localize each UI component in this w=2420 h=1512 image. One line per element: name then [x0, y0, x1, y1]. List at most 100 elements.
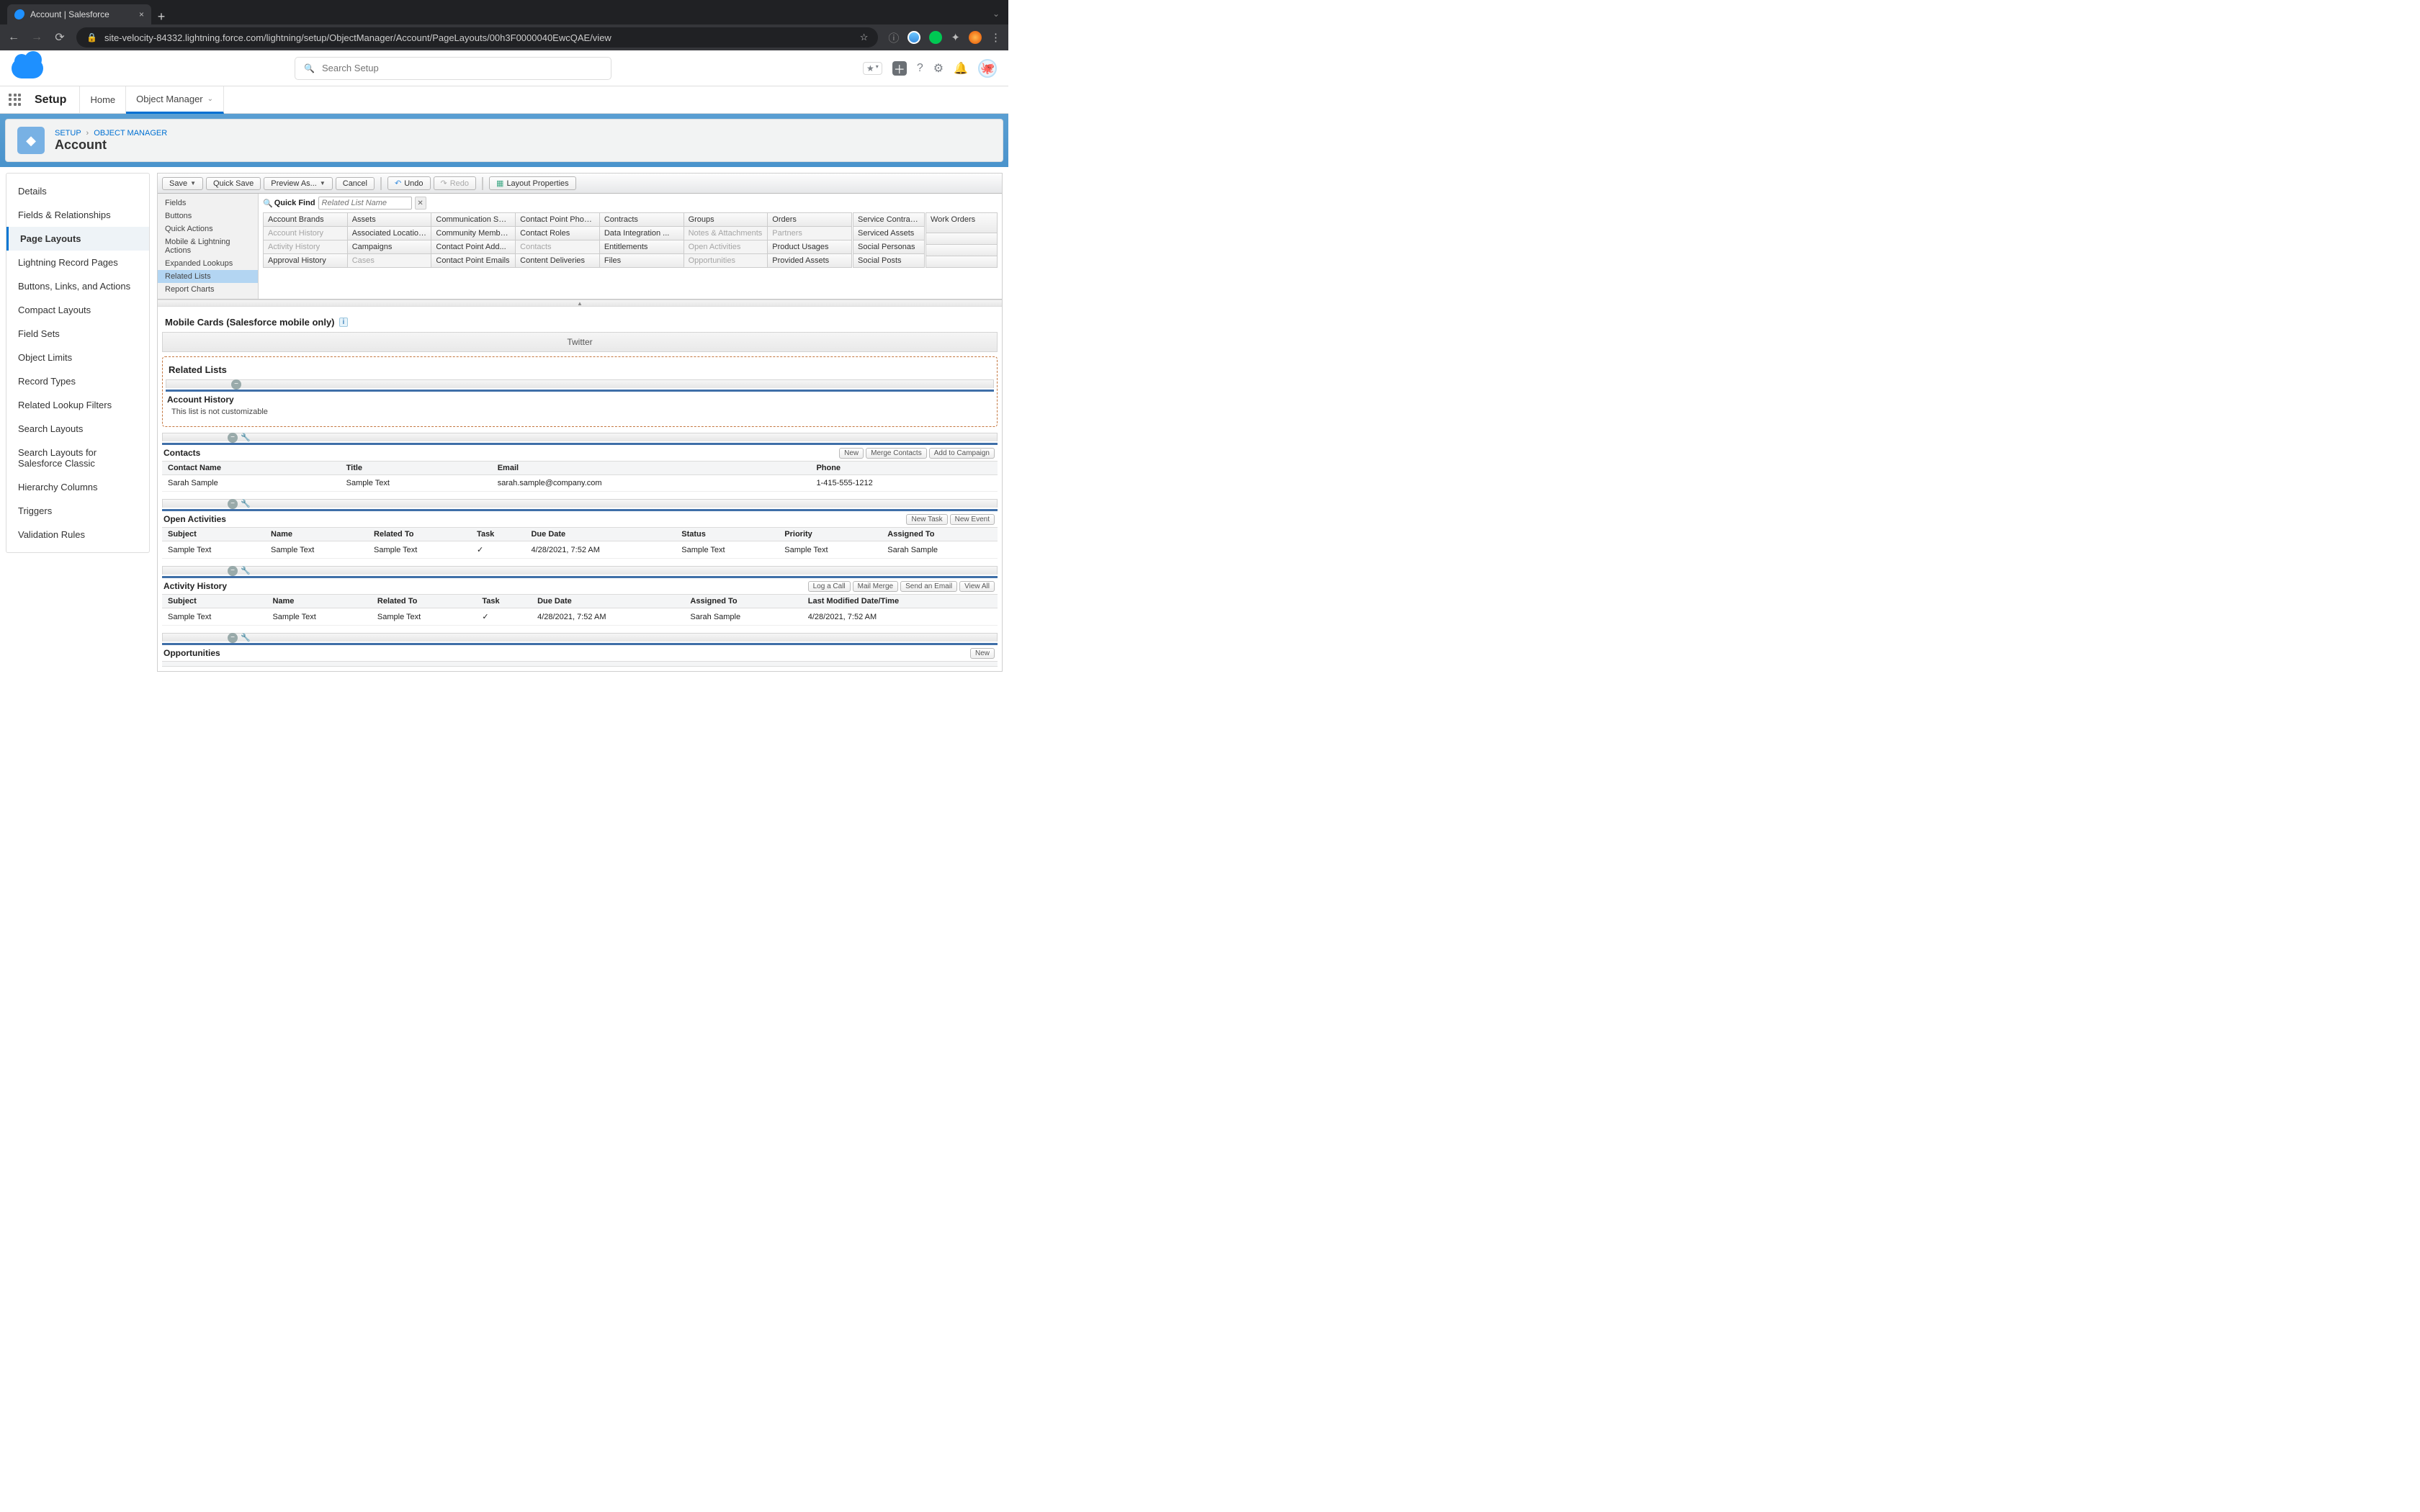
sidebar-item-related-lookup-filters[interactable]: Related Lookup Filters — [6, 393, 149, 417]
info-icon[interactable]: ⓘ — [888, 30, 899, 45]
palette-item[interactable]: Approval History — [264, 254, 347, 267]
layout-properties-button[interactable]: ▦Layout Properties — [489, 176, 576, 190]
palette-item[interactable]: Social Personas — [853, 240, 924, 253]
palette-item[interactable]: Cases — [348, 254, 431, 267]
sidebar-item-hierarchy-columns[interactable]: Hierarchy Columns — [6, 475, 149, 499]
breadcrumb-object-manager[interactable]: OBJECT MANAGER — [94, 129, 167, 138]
quick-find-input[interactable] — [318, 197, 412, 210]
favorites-button[interactable]: ★▾ — [863, 62, 882, 75]
sidebar-item-details[interactable]: Details — [6, 179, 149, 203]
palette-item[interactable]: Open Activities — [684, 240, 768, 253]
palette-item[interactable]: Contact Point Emails — [431, 254, 515, 267]
related-list-activity-history[interactable]: Activity History Log a CallMail MergeSen… — [162, 576, 998, 626]
block-drag-handle[interactable]: − 🔧 — [162, 433, 998, 441]
palette-item[interactable]: Contacts — [516, 240, 599, 253]
palette-item[interactable]: Campaigns — [348, 240, 431, 253]
cancel-button[interactable]: Cancel — [336, 177, 375, 190]
mobile-card-twitter[interactable]: Twitter — [162, 332, 998, 352]
palette-item[interactable]: Notes & Attachments — [684, 227, 768, 240]
palette-item[interactable]: Provided Assets — [768, 254, 851, 267]
sidebar-item-record-types[interactable]: Record Types — [6, 369, 149, 393]
action-button[interactable]: New Task — [906, 514, 947, 525]
sidebar-item-validation-rules[interactable]: Validation Rules — [6, 523, 149, 546]
wrench-icon[interactable]: 🔧 — [241, 633, 251, 643]
action-button[interactable]: Log a Call — [808, 581, 851, 592]
help-icon[interactable]: ? — [917, 62, 923, 75]
palette-category[interactable]: Mobile & Lightning Actions — [158, 235, 258, 257]
palette-category[interactable]: Report Charts — [158, 283, 258, 296]
sidebar-item-compact-layouts[interactable]: Compact Layouts — [6, 298, 149, 322]
remove-icon[interactable]: − — [231, 379, 241, 390]
palette-item[interactable]: Contact Roles — [516, 227, 599, 240]
wrench-icon[interactable]: 🔧 — [241, 499, 251, 509]
action-button[interactable]: Add to Campaign — [929, 448, 995, 459]
preview-as-button[interactable]: Preview As...▼ — [264, 177, 333, 190]
nav-tab-home[interactable]: Home — [79, 86, 126, 113]
palette-category[interactable]: Quick Actions — [158, 222, 258, 235]
palette-collapse-handle[interactable]: ▲ — [158, 300, 1002, 307]
palette-item[interactable]: Social Posts — [853, 254, 924, 267]
user-avatar-icon[interactable]: 🐙 — [978, 59, 997, 78]
kebab-menu-icon[interactable]: ⋮ — [990, 31, 1001, 44]
browser-tab[interactable]: Account | Salesforce × — [7, 4, 151, 24]
block-drag-handle[interactable]: − — [166, 379, 994, 388]
extension-icon[interactable] — [908, 31, 920, 44]
related-list-contacts[interactable]: Contacts NewMerge ContactsAdd to Campaig… — [162, 443, 998, 492]
wrench-icon[interactable]: 🔧 — [241, 433, 251, 443]
palette-category[interactable]: Fields — [158, 197, 258, 210]
palette-item[interactable]: Communication Sub... — [431, 213, 515, 226]
extensions-puzzle-icon[interactable]: ✦ — [951, 31, 960, 44]
sidebar-item-fields-relationships[interactable]: Fields & Relationships — [6, 203, 149, 227]
palette-item[interactable]: Associated Locations — [348, 227, 431, 240]
palette-item[interactable]: Orders — [768, 213, 851, 226]
palette-item[interactable]: Account History — [264, 227, 347, 240]
block-drag-handle[interactable]: − 🔧 — [162, 499, 998, 508]
action-button[interactable]: New — [970, 648, 995, 659]
global-search[interactable]: 🔍 — [295, 57, 611, 80]
palette-item[interactable]: Contact Point Phones — [516, 213, 599, 226]
palette-item[interactable]: Partners — [768, 227, 851, 240]
palette-category[interactable]: Expanded Lookups — [158, 257, 258, 270]
palette-item[interactable]: Serviced Assets — [853, 227, 924, 240]
palette-item[interactable]: Entitlements — [600, 240, 684, 253]
remove-icon[interactable]: − — [228, 566, 238, 576]
action-button[interactable]: Send an Email — [900, 581, 957, 592]
palette-item[interactable]: Account Brands — [264, 213, 347, 226]
notifications-bell-icon[interactable]: 🔔 — [954, 61, 968, 76]
palette-item[interactable]: Contracts — [600, 213, 684, 226]
sidebar-item-page-layouts[interactable]: Page Layouts — [6, 227, 149, 251]
clear-search-icon[interactable]: ✕ — [415, 197, 426, 210]
palette-item[interactable]: Activity History — [264, 240, 347, 253]
palette-item[interactable]: Contact Point Add... — [431, 240, 515, 253]
wrench-icon[interactable]: 🔧 — [241, 566, 251, 576]
setup-gear-icon[interactable]: ⚙ — [933, 61, 944, 76]
sidebar-item-object-limits[interactable]: Object Limits — [6, 346, 149, 369]
palette-item[interactable]: Assets — [348, 213, 431, 226]
nav-tab-object-manager[interactable]: Object Manager⌄ — [126, 86, 224, 114]
sidebar-item-buttons-links-and-actions[interactable]: Buttons, Links, and Actions — [6, 274, 149, 298]
app-launcher-icon[interactable] — [9, 94, 22, 107]
new-tab-button[interactable]: + — [151, 9, 171, 24]
related-lists-dropzone[interactable]: Related Lists − Account History This lis… — [162, 356, 998, 427]
sidebar-item-lightning-record-pages[interactable]: Lightning Record Pages — [6, 251, 149, 274]
sidebar-item-triggers[interactable]: Triggers — [6, 499, 149, 523]
close-tab-icon[interactable]: × — [139, 9, 144, 19]
address-bar[interactable]: 🔒 site-velocity-84332.lightning.force.co… — [76, 27, 878, 48]
palette-item[interactable]: Work Orders — [926, 213, 997, 233]
reload-icon[interactable]: ⟳ — [53, 30, 66, 45]
sidebar-item-search-layouts-for-salesforce-classic[interactable]: Search Layouts for Salesforce Classic — [6, 441, 149, 475]
palette-item[interactable]: Content Deliveries — [516, 254, 599, 267]
palette-item[interactable]: Files — [600, 254, 684, 267]
extension-icon[interactable] — [929, 31, 942, 44]
palette-category[interactable]: Buttons — [158, 210, 258, 222]
palette-item[interactable]: Community Members — [431, 227, 515, 240]
palette-item[interactable]: Service Contracts — [853, 213, 924, 226]
remove-icon[interactable]: − — [228, 633, 238, 643]
remove-icon[interactable]: − — [228, 433, 238, 443]
breadcrumb-setup[interactable]: SETUP — [55, 129, 81, 138]
action-button[interactable]: View All — [959, 581, 995, 592]
save-button[interactable]: Save▼ — [162, 177, 203, 190]
related-list-opportunities[interactable]: Opportunities New — [162, 643, 998, 667]
palette-item[interactable]: Groups — [684, 213, 768, 226]
salesforce-logo-icon[interactable] — [12, 58, 43, 78]
